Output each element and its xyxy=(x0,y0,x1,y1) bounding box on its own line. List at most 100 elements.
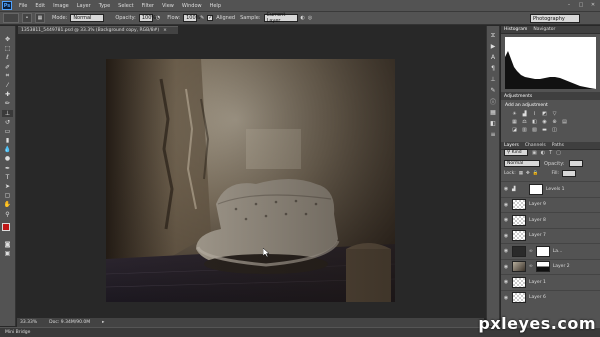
filter-adjustment-icon[interactable]: ◐ xyxy=(541,150,545,156)
move-tool-icon[interactable]: ✥ xyxy=(2,36,13,43)
clone-source-icon[interactable]: ▦ xyxy=(35,13,45,23)
layer-name[interactable]: Layer 1 xyxy=(529,280,546,285)
layer-mask-thumbnail[interactable] xyxy=(535,245,550,257)
visibility-eye-icon[interactable]: ◉ xyxy=(503,264,509,270)
menu-filter[interactable]: Filter xyxy=(142,3,154,9)
gradient-map-icon[interactable]: ▬ xyxy=(541,127,548,133)
document-size[interactable]: Doc: 9.34M/90.0M xyxy=(49,320,90,325)
lasso-tool-icon[interactable]: ℓ xyxy=(2,54,13,61)
type-tool-icon[interactable]: T xyxy=(2,174,13,181)
history-panel-icon[interactable]: ⧖ xyxy=(489,32,498,39)
brush-tool-icon[interactable]: ✏ xyxy=(2,100,13,107)
brightness-icon[interactable]: ☀ xyxy=(511,111,518,117)
lock-position-icon[interactable]: ✥ xyxy=(526,171,530,176)
marquee-tool-icon[interactable]: ⬚ xyxy=(2,45,13,52)
menu-image[interactable]: Image xyxy=(53,3,69,9)
hand-tool-icon[interactable]: ✋ xyxy=(2,201,13,208)
visibility-eye-icon[interactable]: ◉ xyxy=(503,248,509,254)
visibility-eye-icon[interactable]: ◉ xyxy=(503,217,509,223)
layer-row[interactable]: ◉ Layer 7 xyxy=(501,227,600,244)
foreground-color-swatch[interactable] xyxy=(1,222,10,231)
layer-row[interactable]: ◉ Layer 1 xyxy=(501,274,600,290)
layer-thumbnail[interactable] xyxy=(512,230,526,242)
menu-window[interactable]: Window xyxy=(182,3,202,9)
layer-thumbnail[interactable] xyxy=(512,199,526,211)
layer-name[interactable]: Layer 9 xyxy=(529,202,546,207)
pressure-size-icon[interactable]: ◎ xyxy=(308,15,312,21)
menu-help[interactable]: Help xyxy=(210,3,221,9)
visibility-eye-icon[interactable]: ◉ xyxy=(503,233,509,239)
layer-thumbnail[interactable] xyxy=(512,261,526,273)
tab-navigator[interactable]: Navigator xyxy=(533,27,555,32)
sample-select[interactable]: Current Layer xyxy=(263,12,298,24)
photo-filter-icon[interactable]: ◉ xyxy=(541,119,548,125)
layer-row[interactable]: ◉ Layer 9 xyxy=(501,196,600,213)
layer-name[interactable]: Layer 6 xyxy=(529,295,546,300)
layer-row[interactable]: ◉ Layer 8 xyxy=(501,212,600,228)
filter-type-icon[interactable]: T xyxy=(549,150,552,156)
clone-source-panel-icon[interactable]: ⊥ xyxy=(489,76,498,83)
crop-tool-icon[interactable]: ⌗ xyxy=(2,72,13,80)
tab-histogram[interactable]: Histogram xyxy=(504,27,527,32)
filter-shape-icon[interactable]: ▢ xyxy=(556,150,561,156)
tool-preset-picker[interactable] xyxy=(3,13,19,23)
minimize-button[interactable]: – xyxy=(564,1,574,9)
menu-layer[interactable]: Layer xyxy=(77,3,91,9)
layer-name[interactable]: Layer 8 xyxy=(529,218,546,223)
layer-name[interactable]: Layer 2 xyxy=(553,264,570,269)
healing-brush-tool-icon[interactable]: ✚ xyxy=(2,91,13,98)
visibility-eye-icon[interactable]: ◉ xyxy=(503,186,509,192)
posterize-icon[interactable]: ▥ xyxy=(521,127,528,133)
screen-mode-icon[interactable]: ▣ xyxy=(2,250,13,257)
canvas-area[interactable] xyxy=(17,34,484,318)
gradient-tool-icon[interactable]: ▮ xyxy=(2,137,13,144)
zoom-tool-icon[interactable]: ⚲ xyxy=(2,211,13,218)
adjustments-panel-tab[interactable]: Adjustments xyxy=(501,92,600,100)
visibility-eye-icon[interactable]: ◉ xyxy=(503,202,509,208)
menu-select[interactable]: Select xyxy=(118,3,133,9)
visibility-eye-icon[interactable]: ◉ xyxy=(503,279,509,285)
pressure-opacity-icon[interactable]: ◔ xyxy=(156,15,160,21)
layer-mask-thumbnail[interactable] xyxy=(529,183,543,195)
layer-thumbnail[interactable] xyxy=(512,292,526,304)
document-image[interactable] xyxy=(106,59,395,302)
maximize-button[interactable]: □ xyxy=(576,1,586,9)
menu-view[interactable]: View xyxy=(162,3,174,9)
filter-pixel-icon[interactable]: ▣ xyxy=(532,150,537,156)
styles-panel-icon[interactable]: ◧ xyxy=(489,120,498,127)
layer-name[interactable]: Levels 1 xyxy=(546,187,565,192)
channel-mixer-icon[interactable]: ⊕ xyxy=(551,119,558,125)
color-balance-icon[interactable]: ⚖ xyxy=(521,119,528,125)
vibrance-icon[interactable]: ▽ xyxy=(551,111,558,117)
layer-thumbnail[interactable] xyxy=(512,214,526,226)
fill-field[interactable] xyxy=(561,170,576,177)
path-selection-tool-icon[interactable]: ➤ xyxy=(2,183,13,190)
black-white-icon[interactable]: ◧ xyxy=(531,119,538,125)
opacity-field[interactable] xyxy=(568,160,583,167)
aligned-checkbox[interactable]: ✓ xyxy=(207,15,214,21)
layer-mask-thumbnail[interactable] xyxy=(535,261,550,273)
flow-field[interactable]: 100% xyxy=(183,14,200,22)
properties-panel-icon[interactable]: ≡ xyxy=(489,131,498,138)
layer-row[interactable]: ◉ ∞ La... xyxy=(501,243,600,259)
selective-color-icon[interactable]: ◫ xyxy=(551,127,558,133)
layer-row[interactable]: ◉ ∞ Layer 2 xyxy=(501,258,600,275)
pen-tool-icon[interactable]: ✒ xyxy=(2,165,13,172)
ignore-adjustment-icon[interactable]: ◐ xyxy=(301,15,305,21)
close-button[interactable]: ✕ xyxy=(588,1,598,9)
shape-tool-icon[interactable]: ▢ xyxy=(2,192,13,199)
swatches-panel-icon[interactable]: ▦ xyxy=(489,109,498,116)
menu-type[interactable]: Type xyxy=(99,3,110,9)
eyedropper-tool-icon[interactable]: ⁄ xyxy=(2,82,13,89)
quick-mask-icon[interactable]: ◙ xyxy=(2,241,13,248)
brush-panel-icon[interactable]: ✎ xyxy=(489,87,498,94)
info-panel-icon[interactable]: ⓘ xyxy=(489,98,498,106)
color-swatches[interactable] xyxy=(1,222,14,235)
layer-thumbnail[interactable] xyxy=(512,276,526,288)
clone-stamp-tool-icon[interactable]: ⊥ xyxy=(2,109,13,117)
lock-pixels-icon[interactable]: ▦ xyxy=(519,171,523,176)
status-menu-arrow-icon[interactable]: ▸ xyxy=(102,320,104,325)
actions-panel-icon[interactable]: ▶ xyxy=(489,43,498,50)
layer-name[interactable]: La... xyxy=(553,249,563,254)
curves-icon[interactable]: ⌇ xyxy=(531,111,538,117)
